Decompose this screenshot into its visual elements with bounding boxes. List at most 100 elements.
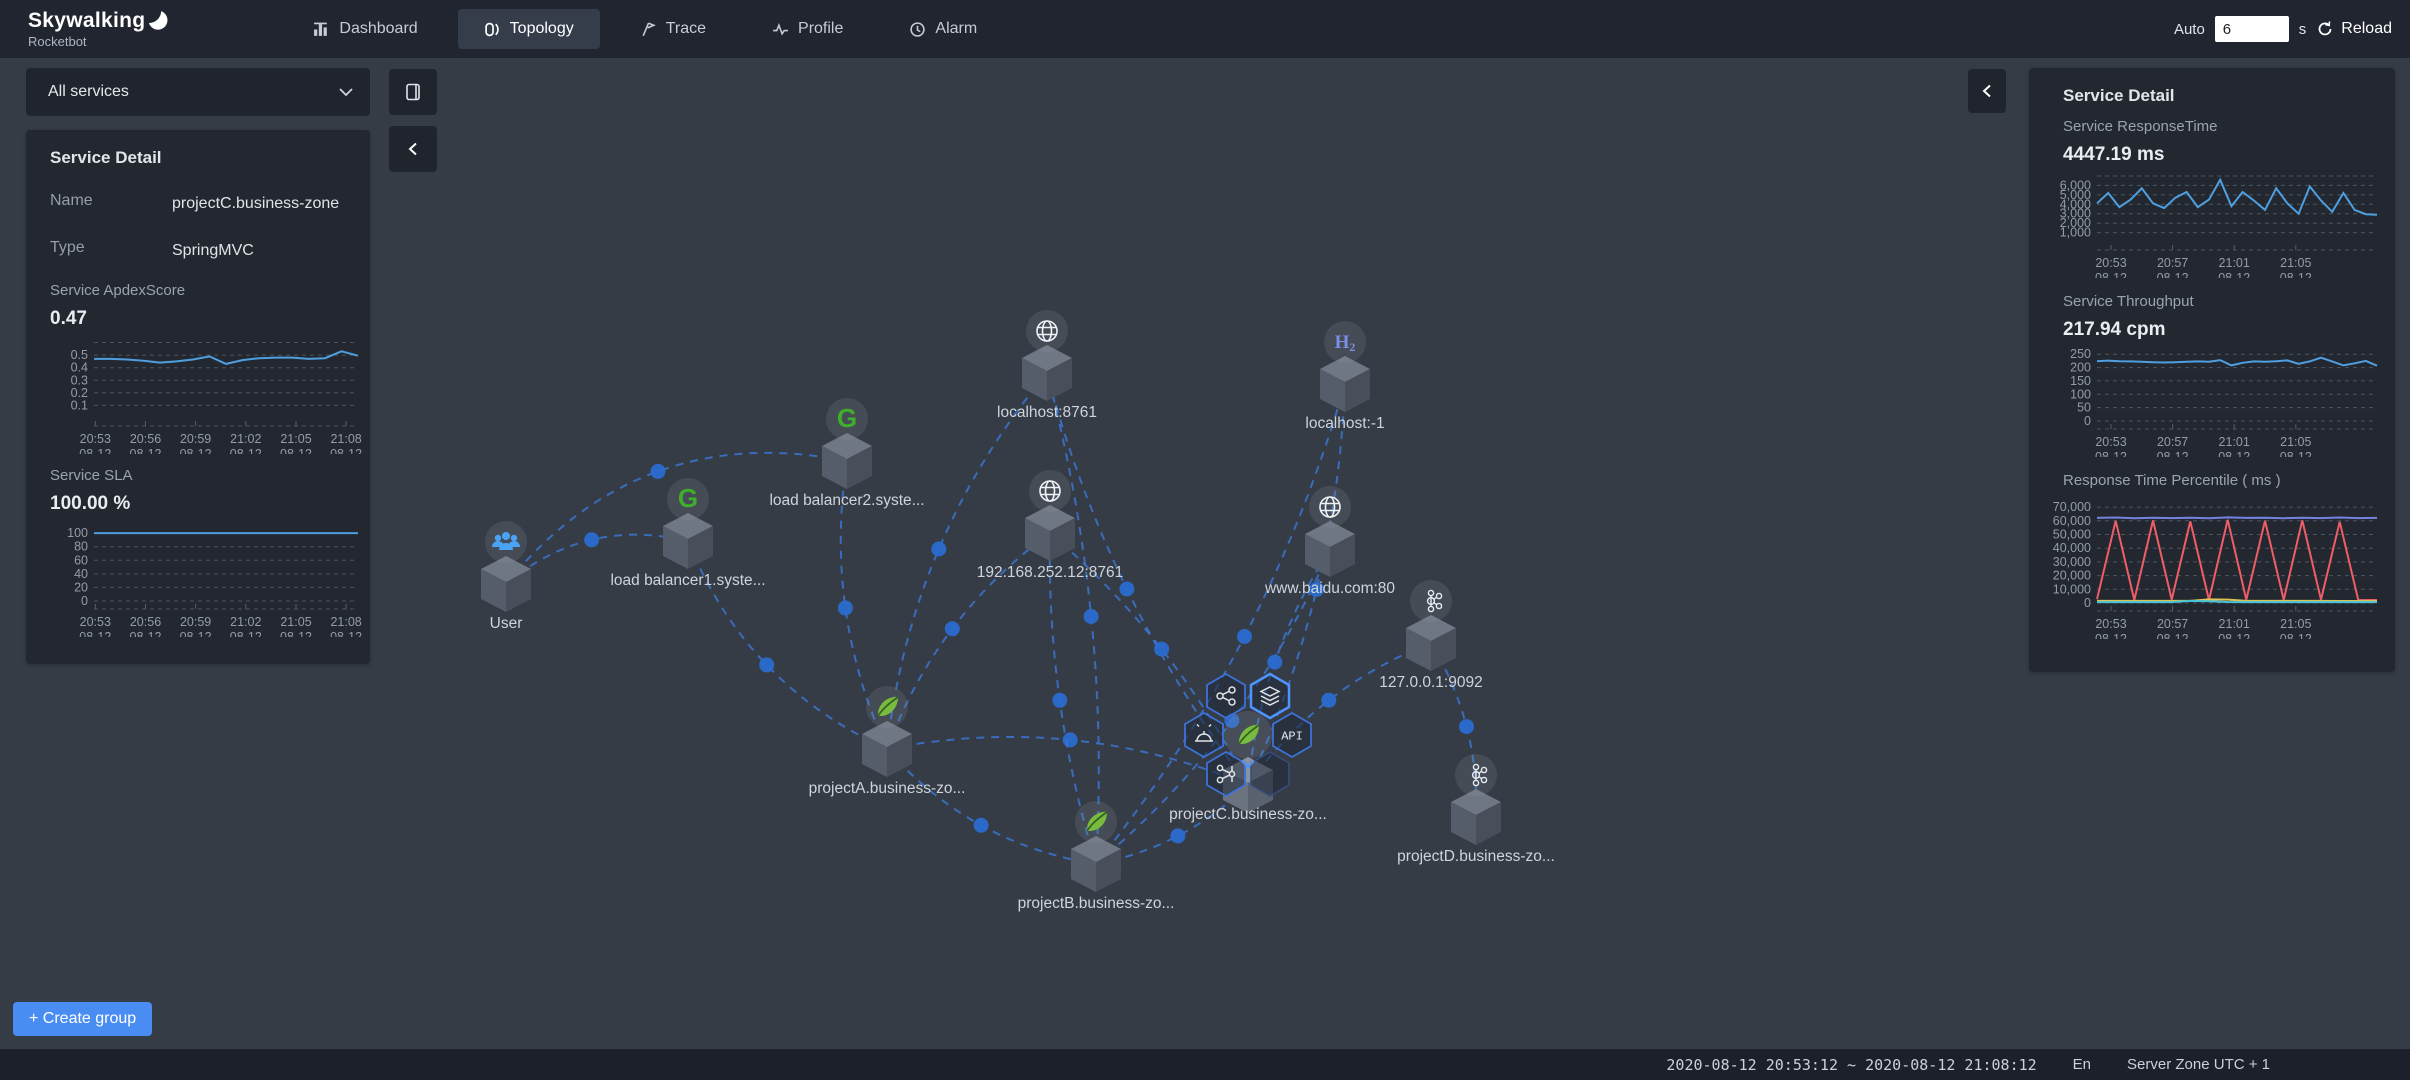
topology-node-lh-1[interactable]: H2localhost:-1 [1305, 321, 1384, 432]
menu-hex-instance-icon[interactable] [1251, 674, 1289, 718]
svg-text:projectB.business-zo...: projectB.business-zo... [1018, 895, 1175, 912]
throughput-label: Service Throughput [2063, 293, 2385, 310]
svg-text:08-12: 08-12 [2218, 271, 2250, 278]
collapse-right-panel-button[interactable] [1968, 69, 2006, 113]
svg-text:21:05: 21:05 [280, 432, 311, 446]
nav-item-alarm[interactable]: Alarm [883, 9, 1003, 49]
topology-node-lb2[interactable]: Gload balancer2.syste... [769, 398, 924, 509]
svg-text:08-12: 08-12 [2218, 632, 2250, 639]
logo-subtitle: Rocketbot [28, 35, 169, 48]
svg-text:08-12: 08-12 [2280, 632, 2312, 639]
svg-text:40: 40 [74, 567, 88, 581]
menu-hex-alarm-icon[interactable] [1185, 713, 1223, 757]
svg-text:20:53: 20:53 [80, 432, 111, 446]
topology-node-projA[interactable]: projectA.business-zo... [809, 686, 966, 797]
svg-text:20: 20 [74, 581, 88, 595]
nav-item-trace[interactable]: Trace [614, 9, 732, 49]
svg-text:21:02: 21:02 [230, 432, 261, 446]
svg-text:20:56: 20:56 [130, 432, 161, 446]
svg-text:0: 0 [2084, 596, 2091, 610]
nav-item-topology[interactable]: Topology [458, 9, 600, 49]
menu-hex-api-icon[interactable]: API [1273, 713, 1311, 757]
chart-svg: 02040608010020:5308-1220:5608-1220:5908-… [50, 519, 366, 637]
topology-node-baidu[interactable]: www.baidu.com:80 [1264, 486, 1395, 597]
topology-options-button[interactable] [389, 69, 437, 115]
svg-text:www.baidu.com:80: www.baidu.com:80 [1264, 580, 1395, 597]
response-time-value: 4447.19 ms [2063, 144, 2385, 166]
svg-text:projectA.business-zo...: projectA.business-zo... [809, 780, 966, 797]
svg-text:08-12: 08-12 [230, 447, 262, 454]
throughput-value: 217.94 cpm [2063, 319, 2385, 341]
service-type-row: Type SpringMVC [50, 239, 366, 262]
svg-text:08-12: 08-12 [2280, 450, 2312, 457]
nav-label: Alarm [935, 20, 977, 38]
menu-hex-endpoint-icon[interactable] [1207, 674, 1245, 718]
svg-text:20:59: 20:59 [180, 432, 211, 446]
chart-svg: 010,00020,00030,00040,00050,00060,00070,… [2041, 497, 2385, 639]
nav-label: Trace [666, 20, 706, 38]
svg-text:G: G [678, 483, 698, 513]
svg-text:API: API [1281, 730, 1303, 744]
svg-text:08-12: 08-12 [2157, 271, 2189, 278]
svg-text:21:05: 21:05 [2280, 435, 2311, 449]
topology-node-lh8761[interactable]: localhost:8761 [997, 310, 1097, 421]
time-range-selector[interactable]: 2020-08-12 20:53:12 ~ 2020-08-12 21:08:1… [1666, 1056, 2036, 1074]
topology-node-projB[interactable]: projectB.business-zo... [1018, 801, 1175, 912]
svg-text:20:53: 20:53 [2095, 256, 2126, 270]
dashboard-icon [313, 21, 330, 38]
svg-text:30,000: 30,000 [2053, 555, 2091, 569]
auto-refresh-label: Auto [2174, 21, 2205, 38]
response-time-chart: 1,0002,0003,0004,0005,0006,00020:5308-12… [2041, 170, 2385, 283]
svg-text:20:57: 20:57 [2157, 256, 2188, 270]
create-group-button[interactable]: + Create group [13, 1002, 152, 1036]
app-logo: Skywalking Rocketbot [28, 10, 169, 48]
panel-title: Service Detail [2063, 86, 2385, 106]
sla-chart: 02040608010020:5308-1220:5608-1220:5908-… [50, 519, 366, 642]
service-name-row: Name projectC.business-zone [50, 192, 366, 215]
nav-item-profile[interactable]: Profile [746, 9, 869, 49]
services-dropdown[interactable]: All services [26, 68, 370, 116]
svg-text:20:57: 20:57 [2157, 435, 2188, 449]
apdex-score-value: 0.47 [50, 308, 366, 330]
svg-text:load balancer1.syste...: load balancer1.syste... [610, 572, 765, 589]
svg-text:08-12: 08-12 [180, 630, 212, 637]
svg-text:20:59: 20:59 [180, 615, 211, 629]
chart-svg: 0.10.20.30.40.520:5308-1220:5608-1220:59… [50, 334, 366, 454]
auto-refresh-input[interactable] [2215, 16, 2289, 42]
service-detail-panel: Service Detail Name projectC.business-zo… [26, 130, 370, 664]
svg-text:20:53: 20:53 [80, 615, 111, 629]
service-metrics-panel: Service Detail Service ResponseTime 4447… [2029, 68, 2395, 672]
topology-canvas[interactable]: UserGload balancer1.syste...Gload balanc… [0, 58, 2410, 1049]
reload-button[interactable]: Reload [2316, 20, 2392, 38]
svg-text:08-12: 08-12 [130, 630, 162, 637]
svg-text:60,000: 60,000 [2053, 514, 2091, 528]
auto-refresh-unit: s [2299, 21, 2307, 38]
svg-text:projectD.business-zo...: projectD.business-zo... [1397, 848, 1555, 865]
svg-text:08-12: 08-12 [2095, 632, 2127, 639]
template-icon [403, 82, 423, 102]
svg-text:21:01: 21:01 [2219, 617, 2250, 631]
response-time-label: Service ResponseTime [2063, 118, 2385, 135]
svg-text:250: 250 [2070, 347, 2091, 361]
language-selector[interactable]: En [2073, 1056, 2091, 1073]
svg-text:50: 50 [2077, 401, 2091, 415]
svg-text:50,000: 50,000 [2053, 528, 2091, 542]
svg-text:G: G [837, 403, 857, 433]
profile-icon [772, 21, 789, 38]
svg-text:21:01: 21:01 [2219, 435, 2250, 449]
topology-node-lb1[interactable]: Gload balancer1.syste... [610, 478, 765, 589]
collapse-service-detail-button[interactable] [389, 126, 437, 172]
svg-text:08-12: 08-12 [2095, 450, 2127, 457]
trace-icon [640, 21, 657, 38]
percentile-label: Response Time Percentile ( ms ) [2063, 472, 2385, 489]
svg-text:192.168.252.12:8761: 192.168.252.12:8761 [977, 564, 1124, 581]
svg-text:08-12: 08-12 [330, 630, 362, 637]
nav-item-dashboard[interactable]: Dashboard [287, 9, 443, 49]
topology-node-user[interactable]: User [481, 521, 531, 632]
crescent-logo-icon [149, 10, 169, 32]
svg-text:20,000: 20,000 [2053, 569, 2091, 583]
svg-text:0.1: 0.1 [71, 399, 88, 413]
svg-text:60: 60 [74, 554, 88, 568]
topology-node-ip8761[interactable]: 192.168.252.12:8761 [977, 470, 1124, 581]
topology-node-projD[interactable]: projectD.business-zo... [1397, 754, 1555, 865]
